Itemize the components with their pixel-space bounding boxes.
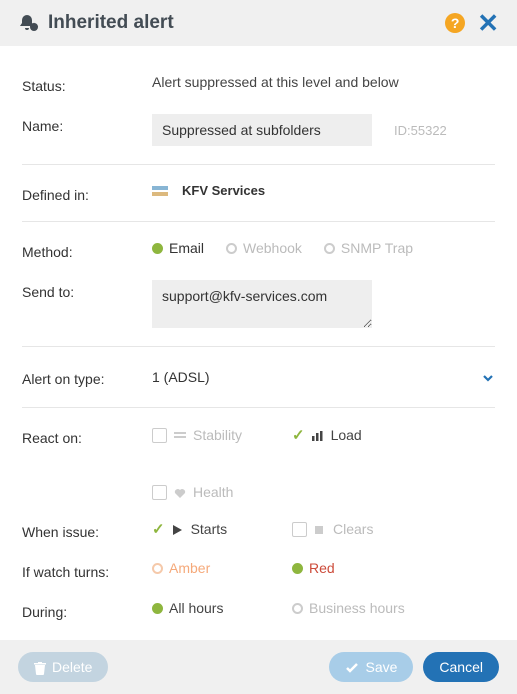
watch-label: If watch turns: (22, 560, 152, 580)
react-load[interactable]: ✓ Load (292, 426, 392, 444)
alert-type-label: Alert on type: (22, 367, 152, 387)
status-value: Alert suppressed at this level and below (152, 74, 495, 90)
radio-dot-icon (226, 243, 237, 254)
delete-button[interactable]: Delete (18, 652, 108, 682)
name-input[interactable] (152, 114, 372, 146)
dialog-title: Inherited alert (48, 12, 174, 34)
help-icon[interactable]: ? (445, 13, 465, 33)
method-webhook[interactable]: Webhook (226, 240, 302, 256)
checkbox-icon (292, 522, 307, 537)
save-button[interactable]: Save (329, 652, 413, 682)
play-icon (171, 521, 185, 537)
when-row: When issue: ✓ Starts Clears (22, 510, 495, 550)
during-label: During: (22, 600, 152, 620)
defined-value: KFV Services (182, 183, 265, 198)
defined-label: Defined in: (22, 183, 152, 203)
name-row: Name: ID:55322 (22, 104, 495, 156)
id-text: ID:55322 (394, 123, 447, 138)
sendto-input[interactable] (152, 280, 372, 328)
status-row: Status: Alert suppressed at this level a… (22, 64, 495, 104)
check-icon (345, 659, 359, 675)
close-icon[interactable]: ✕ (477, 10, 499, 36)
during-business[interactable]: Business hours (292, 600, 405, 616)
dialog-footer: Delete Save Cancel (0, 640, 517, 694)
stop-icon (313, 521, 327, 537)
radio-dot-icon (324, 243, 335, 254)
sendto-label: Send to: (22, 280, 152, 300)
check-icon: ✓ (152, 520, 165, 538)
radio-dot-icon (292, 563, 303, 574)
when-starts[interactable]: ✓ Starts (152, 520, 252, 538)
separator (22, 164, 495, 165)
react-row: React on: Stability ✓ Load Health (22, 416, 495, 510)
defined-row: Defined in: KFV Services (22, 173, 495, 213)
dialog-body: Status: Alert suppressed at this level a… (0, 46, 517, 640)
check-icon: ✓ (292, 426, 305, 444)
alert-type-value: 1 (ADSL) (152, 369, 481, 385)
stability-icon (173, 427, 187, 443)
folder-icon (152, 186, 168, 196)
trash-icon (34, 659, 46, 675)
watch-amber[interactable]: Amber (152, 560, 252, 576)
separator (22, 346, 495, 347)
when-clears[interactable]: Clears (292, 521, 392, 537)
sendto-row: Send to: (22, 270, 495, 338)
react-label: React on: (22, 426, 152, 446)
separator (22, 221, 495, 222)
name-label: Name: (22, 114, 152, 134)
status-label: Status: (22, 74, 152, 94)
watch-row: If watch turns: Amber Red (22, 550, 495, 590)
method-snmp[interactable]: SNMP Trap (324, 240, 413, 256)
when-label: When issue: (22, 520, 152, 540)
method-label: Method: (22, 240, 152, 260)
react-stability[interactable]: Stability (152, 427, 252, 443)
load-icon (311, 427, 325, 443)
during-all[interactable]: All hours (152, 600, 252, 616)
radio-dot-icon (152, 563, 163, 574)
heart-icon (173, 484, 187, 500)
radio-dot-icon (152, 243, 163, 254)
checkbox-icon (152, 428, 167, 443)
alert-type-row[interactable]: Alert on type: 1 (ADSL) (22, 355, 495, 399)
react-health[interactable]: Health (152, 484, 252, 500)
watch-red[interactable]: Red (292, 560, 392, 576)
radio-dot-icon (292, 603, 303, 614)
separator (22, 407, 495, 408)
method-row: Method: Email Webhook SNMP Trap (22, 230, 495, 270)
cancel-button[interactable]: Cancel (423, 652, 499, 682)
during-row: During: All hours Business hours (22, 590, 495, 630)
radio-dot-icon (152, 603, 163, 614)
method-email[interactable]: Email (152, 240, 204, 256)
checkbox-icon (152, 485, 167, 500)
chevron-down-icon (481, 369, 495, 385)
bell-gear-icon (18, 12, 40, 34)
dialog-header: Inherited alert ? ✕ (0, 0, 517, 46)
